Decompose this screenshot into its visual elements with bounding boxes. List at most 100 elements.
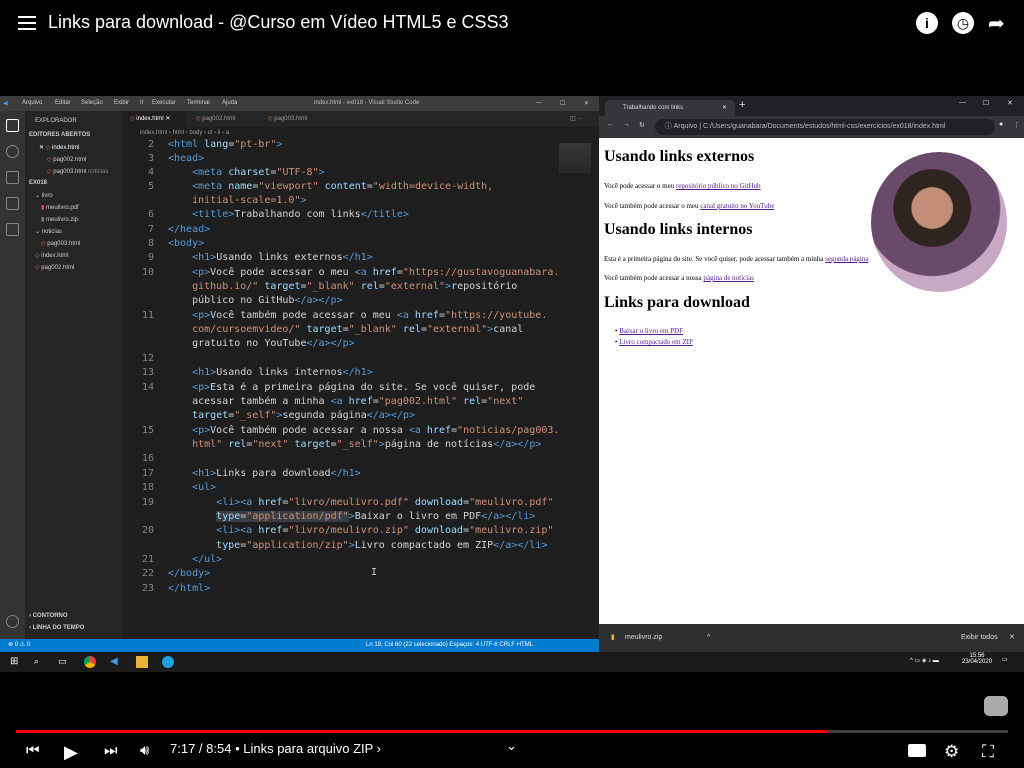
new-tab-icon[interactable]: + [739,99,745,111]
editor-status[interactable]: Ln 19, Col 60 (22 selecionado) Espaços: … [366,639,533,652]
open-editor-item[interactable]: ◇ pag002.html [47,156,86,163]
maximize-icon[interactable]: ☐ [983,99,989,107]
tab-pag002[interactable]: ◇ pag002.html [188,111,258,127]
project-header[interactable]: EX018 [29,180,47,186]
video-title[interactable]: Links para download - @Curso em Vídeo HT… [48,12,509,33]
watch-later-icon[interactable]: ◷ [952,12,974,34]
tab-pag003[interactable]: ◇ pag003.html [260,111,330,127]
notifications-icon[interactable]: ▭ [1002,656,1008,663]
forward-icon[interactable]: → [623,121,630,128]
video-frame: ◀ Arquivo Editar Seleção Exibir Ir Execu… [0,96,1024,672]
vscode-icon[interactable]: ◀ [110,656,122,668]
reload-icon[interactable]: ↻ [639,121,645,129]
minimize-icon[interactable]: — [536,100,542,106]
fullscreen-exit-icon[interactable]: ⛶ [982,742,994,762]
link-pdf[interactable]: Baixar o livro em PDF [619,327,683,335]
link-segunda-pagina[interactable]: segunda página [825,255,868,263]
youtube-logo-icon[interactable] [984,696,1008,716]
edge-icon[interactable] [162,656,174,668]
download-item[interactable]: meulivro.zip [625,624,662,652]
address-bar[interactable]: ⓘ Arquivo | C:/Users/guanabara/Documents… [655,119,995,135]
chrome-icon[interactable] [84,656,96,668]
open-editor-item[interactable]: ◇ pag003.html noticias [47,168,108,175]
back-icon[interactable]: ← [607,121,614,128]
line-number: 9 [147,252,154,263]
clock[interactable]: 15:56 23/04/2020 [962,653,992,665]
chevron-up-icon[interactable]: ^ [707,624,710,652]
breadcrumb[interactable]: index.html › html › body › ul › li › a [122,127,599,139]
menu-terminal[interactable]: Terminal [187,100,210,106]
explorer-icon[interactable] [6,119,19,132]
open-editors-header[interactable]: EDITORES ABERTOS [29,132,90,138]
next-icon[interactable]: ⏭ [104,742,118,759]
download-bar: ▮ meulivro.zip ^ Exibir todos ✕ [599,624,1024,652]
problems-status[interactable]: ⊗ 0 ⚠ 0 [8,639,30,652]
chevron-down-icon[interactable]: ⌄ [506,738,517,754]
folder-livro[interactable]: ⌄ livro [35,192,53,199]
minimize-icon[interactable]: — [959,99,966,106]
file-item[interactable]: ◇ pag003.html [41,240,80,247]
file-item[interactable]: ◇ pag002.html [35,264,74,271]
info-icon[interactable]: i [916,12,938,34]
chapter-title[interactable]: • Links para arquivo ZIP › [231,741,381,756]
maximize-icon[interactable]: ☐ [560,100,565,107]
tab-close-icon[interactable]: ✕ [722,100,727,116]
menu-icon[interactable] [18,16,36,32]
profile-icon[interactable]: ● [999,121,1003,128]
source-control-icon[interactable] [6,171,19,184]
split-editor-icon[interactable]: ◫ ··· [562,111,602,127]
code-editor[interactable]: 2 3 4 5 6 7 8 9 10 11 12 13 14 15 16 17 18 19 20 21 22 23 <ht… [122,139,599,639]
menu-arquivo[interactable]: Arquivo [22,100,42,106]
run-icon[interactable] [6,197,19,210]
close-icon[interactable]: ✕ [1009,624,1015,652]
minimap[interactable] [559,143,591,173]
close-icon[interactable]: ✕ [584,100,589,107]
heading-externos: Usando links externos [604,148,755,165]
show-all-button[interactable]: Exibir todos [961,624,998,652]
file-item[interactable]: ▮ meulivro.zip [41,216,78,223]
outline-header[interactable]: › CONTORNO [29,613,68,619]
menu-ajuda[interactable]: Ajuda [222,100,237,106]
file-item[interactable]: ▮ meulivro.pdf [41,204,79,211]
browser-tabbar: Trabalhando com links ✕ + — ☐ ✕ [599,96,1024,116]
more-icon[interactable]: ⋮ [1013,121,1020,129]
screen: Links para download - @Curso em Vídeo HT… [0,0,1024,768]
folder-noticias[interactable]: ⌄ noticias [35,228,62,235]
search-icon[interactable]: ⌕ [34,656,46,668]
extensions-icon[interactable] [6,223,19,236]
gear-icon[interactable] [6,615,19,628]
open-editor-item[interactable]: ✕ ◇ index.html [39,144,79,151]
progress-bar[interactable] [16,730,1008,733]
play-icon[interactable]: ▶ [64,742,78,763]
menu-exibir[interactable]: Exibir [114,100,129,106]
webcam-overlay [871,152,1007,292]
web-page: Usando links externos Você pode acessar … [599,138,1024,624]
browser-toolbar: ← → ↻ ⓘ Arquivo | C:/Users/guanabara/Doc… [599,116,1024,138]
link-youtube[interactable]: canal gratuito no YouTube [700,202,774,210]
task-view-icon[interactable]: ▭ [58,656,70,668]
file-explorer-icon[interactable] [136,656,148,668]
tab-index[interactable]: ◇ index.html ✕ [122,111,186,127]
search-icon[interactable] [6,145,19,158]
menu-executar[interactable]: Executar [152,100,176,106]
timeline-header[interactable]: › LINHA DO TEMPO [29,625,84,631]
menu-editar[interactable]: Editar [55,100,71,106]
vscode-titlebar: ◀ Arquivo Editar Seleção Exibir Ir Execu… [0,96,599,111]
previous-icon[interactable]: ⏮ [26,742,40,759]
volume-icon[interactable]: 🔊︎ [140,742,149,759]
line-number: 7 [147,224,154,235]
settings-icon[interactable]: ⚙ [944,742,959,762]
menu-selecao[interactable]: Seleção [81,100,103,106]
share-icon[interactable]: ➦ [988,11,1005,36]
close-icon[interactable]: ✕ [1007,99,1013,107]
windows-start-icon[interactable]: ⊞ [10,656,22,668]
menu-ir[interactable]: Ir [140,100,144,106]
tray-icons[interactable]: ^ ▭ ◈ ♪ ▬ [910,657,939,664]
file-item[interactable]: ◇ index.html [35,252,69,259]
subtitles-icon[interactable] [908,744,926,757]
line-number: 16 [141,453,154,464]
link-zip[interactable]: Livro compactado em ZIP [619,338,693,346]
link-github[interactable]: repositório público no GitHub [676,182,761,190]
link-noticias[interactable]: página de notícias [703,274,754,282]
browser-tab[interactable]: Trabalhando com links ✕ [605,100,735,116]
